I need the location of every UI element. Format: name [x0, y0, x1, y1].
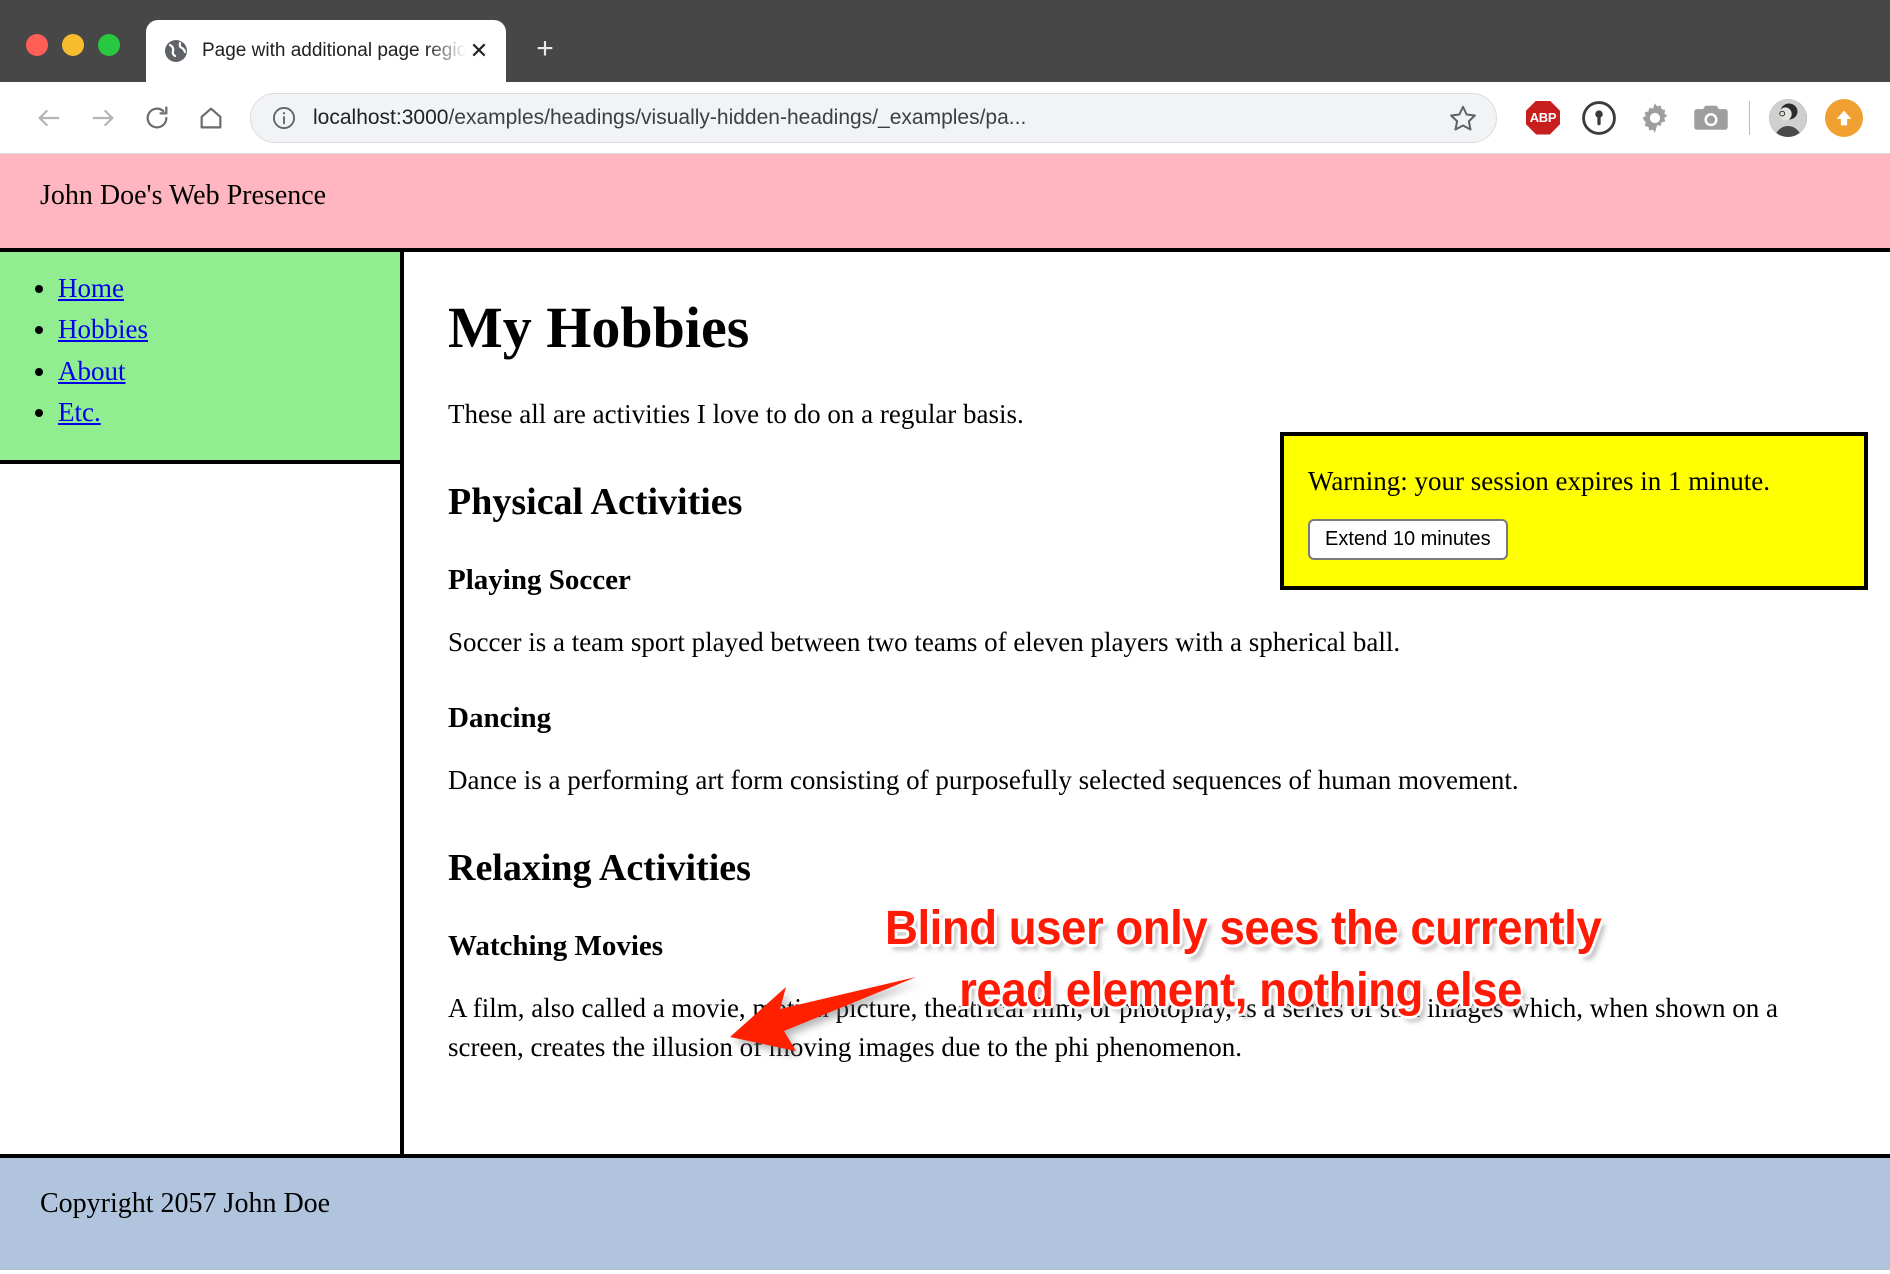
- globe-icon: [164, 39, 188, 63]
- gear-icon[interactable]: [1627, 91, 1683, 145]
- reload-button[interactable]: [130, 91, 184, 145]
- intro-paragraph: These all are activities I love to do on…: [448, 395, 1778, 434]
- minimize-window-button[interactable]: [62, 34, 84, 56]
- browser-tab[interactable]: Page with additional page regio ✕: [146, 20, 506, 82]
- session-warning-text: Warning: your session expires in 1 minut…: [1308, 466, 1840, 497]
- 1password-icon[interactable]: [1571, 91, 1627, 145]
- sidebar: Home Hobbies About Etc.: [0, 252, 404, 1154]
- list-item: Hobbies: [58, 311, 400, 347]
- avatar[interactable]: [1760, 91, 1816, 145]
- url-path: /examples/headings/visually-hidden-headi…: [448, 106, 1026, 129]
- address-bar[interactable]: localhost:3000/examples/headings/visuall…: [250, 93, 1497, 143]
- sidebar-item-about[interactable]: About: [58, 356, 126, 386]
- page-columns: Home Hobbies About Etc. My Hobbies These…: [0, 252, 1890, 1154]
- subsection-heading-dancing: Dancing: [448, 702, 1844, 735]
- extend-session-button[interactable]: Extend 10 minutes: [1308, 519, 1508, 560]
- page-title: My Hobbies: [448, 298, 1844, 359]
- browser-tab-bar: Page with additional page regio ✕ +: [0, 0, 1890, 82]
- nav-list: Home Hobbies About Etc.: [0, 270, 400, 431]
- sidebar-item-home[interactable]: Home: [58, 273, 124, 303]
- maximize-window-button[interactable]: [98, 34, 120, 56]
- sidebar-navigation: Home Hobbies About Etc.: [0, 252, 400, 464]
- site-title: John Doe's Web Presence: [40, 180, 326, 211]
- browser-toolbar: localhost:3000/examples/headings/visuall…: [0, 82, 1890, 154]
- window-traffic-lights: [0, 34, 120, 82]
- page-footer: Copyright 2057 John Doe: [0, 1154, 1890, 1270]
- section-heading-relaxing-activities: Relaxing Activities: [448, 846, 1844, 890]
- back-button[interactable]: [22, 91, 76, 145]
- bookmark-star-icon[interactable]: [1448, 103, 1478, 133]
- sidebar-item-etc[interactable]: Etc.: [58, 397, 101, 427]
- close-window-button[interactable]: [26, 34, 48, 56]
- sidebar-item-hobbies[interactable]: Hobbies: [58, 314, 148, 344]
- toolbar-divider: [1749, 101, 1750, 135]
- paragraph-movies: A film, also called a movie, motion pict…: [448, 989, 1778, 1067]
- web-page-content: John Doe's Web Presence Home Hobbies Abo…: [0, 154, 1890, 1274]
- url-host: localhost:3000: [313, 106, 448, 129]
- new-tab-button[interactable]: +: [522, 26, 568, 72]
- list-item: Etc.: [58, 394, 400, 430]
- extension-icons: ABP: [1515, 91, 1872, 145]
- info-icon[interactable]: [271, 105, 297, 131]
- list-item: About: [58, 353, 400, 389]
- close-tab-button[interactable]: ✕: [466, 38, 492, 64]
- browser-tab-title: Page with additional page regio: [202, 40, 466, 62]
- subsection-heading-watching-movies: Watching Movies: [448, 930, 1844, 963]
- forward-button[interactable]: [76, 91, 130, 145]
- home-button[interactable]: [184, 91, 238, 145]
- paragraph-soccer: Soccer is a team sport played between tw…: [448, 623, 1778, 662]
- url-text: localhost:3000/examples/headings/visuall…: [313, 106, 1434, 130]
- copyright-text: Copyright 2057 John Doe: [40, 1188, 330, 1219]
- browser-window: Page with additional page regio ✕ +: [0, 0, 1890, 1274]
- upload-arrow-icon[interactable]: [1816, 91, 1872, 145]
- camera-icon[interactable]: [1683, 91, 1739, 145]
- list-item: Home: [58, 270, 400, 306]
- main-content: My Hobbies These all are activities I lo…: [404, 252, 1890, 1154]
- session-warning-box: Warning: your session expires in 1 minut…: [1280, 432, 1868, 590]
- page-banner: John Doe's Web Presence: [0, 154, 1890, 252]
- paragraph-dancing: Dance is a performing art form consistin…: [448, 761, 1778, 800]
- adblock-plus-icon[interactable]: ABP: [1515, 91, 1571, 145]
